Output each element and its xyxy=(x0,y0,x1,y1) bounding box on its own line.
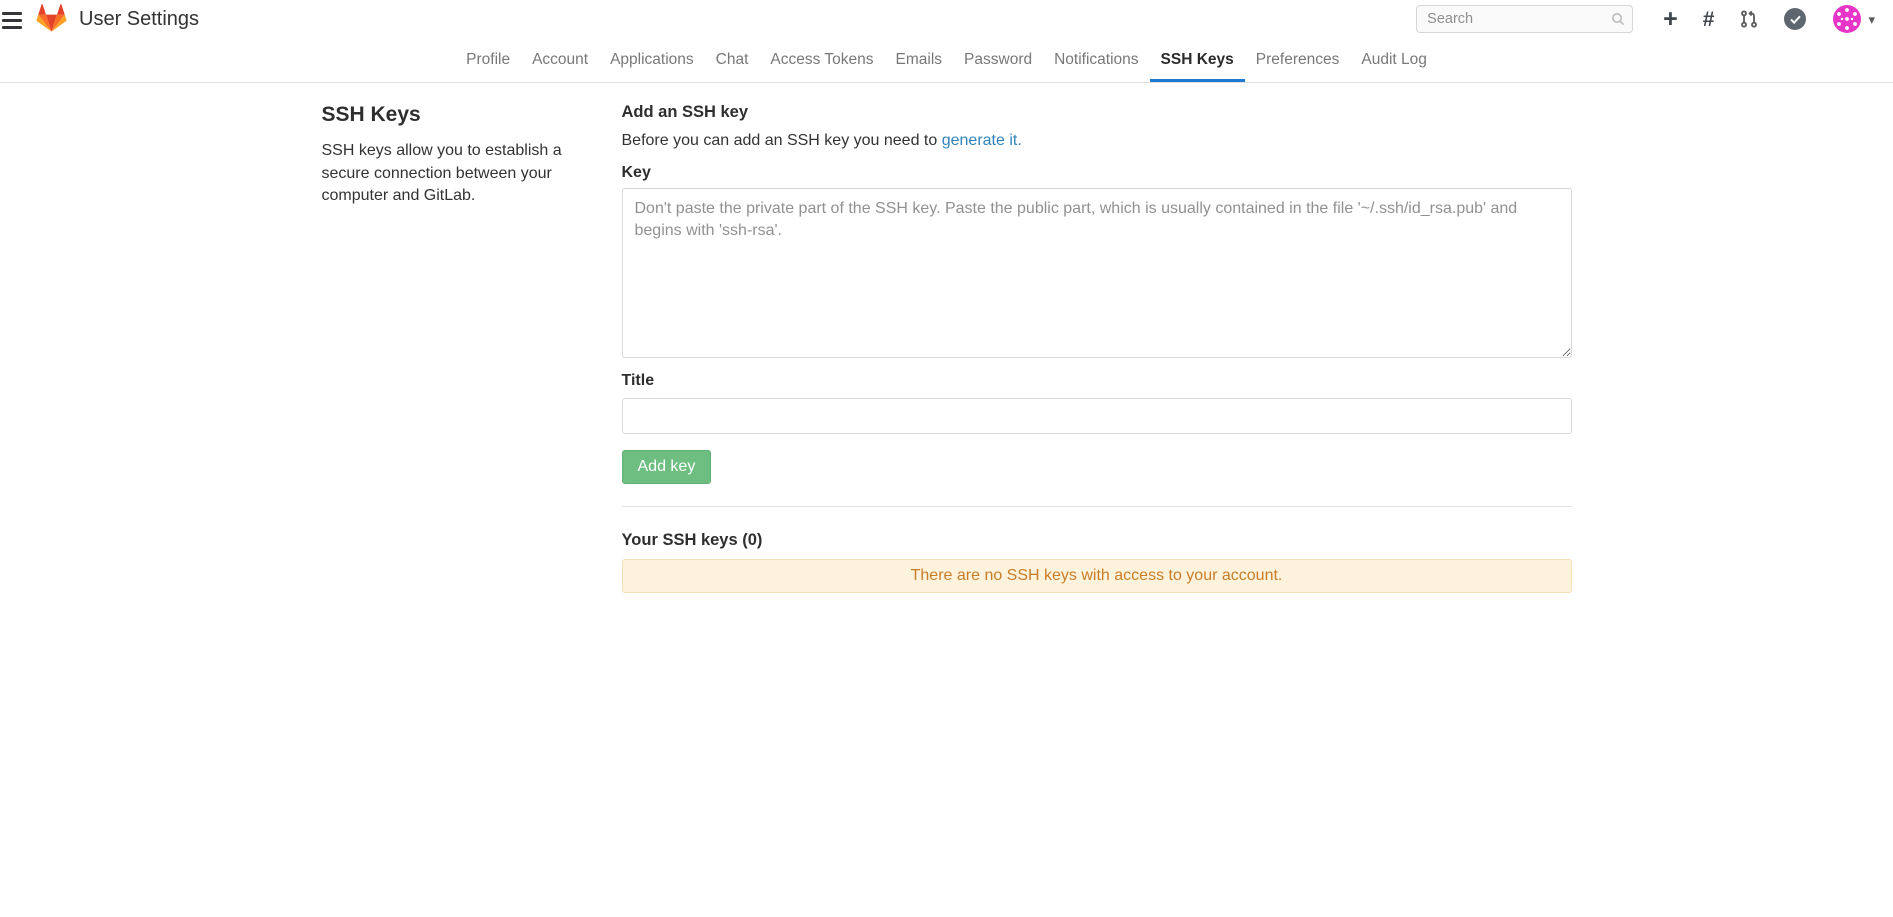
sidebar-toggle-icon[interactable] xyxy=(2,12,22,29)
tab-preferences[interactable]: Preferences xyxy=(1245,38,1351,82)
search-input[interactable] xyxy=(1416,5,1633,33)
ssh-keys-page: SSH Keys SSH keys allow you to establish… xyxy=(322,83,1572,653)
user-avatar[interactable] xyxy=(1833,5,1861,33)
gitlab-logo-icon[interactable] xyxy=(36,4,67,34)
user-menu[interactable]: ▾ xyxy=(1833,5,1875,33)
add-ssh-key-heading: Add an SSH key xyxy=(622,103,1572,122)
top-navbar: User Settings + # ▾ xyxy=(0,0,1893,38)
new-item-plus-icon[interactable]: + xyxy=(1663,7,1678,32)
navbar-icon-group: + # ▾ xyxy=(1663,5,1875,33)
tab-chat[interactable]: Chat xyxy=(705,38,760,82)
tab-access-tokens[interactable]: Access Tokens xyxy=(759,38,884,82)
section-description-panel: SSH Keys SSH keys allow you to establish… xyxy=(322,103,622,653)
chevron-down-icon: ▾ xyxy=(1868,13,1875,26)
title-field-label: Title xyxy=(622,372,1572,390)
section-divider xyxy=(622,506,1572,507)
tab-audit-log[interactable]: Audit Log xyxy=(1350,38,1438,82)
tab-ssh-keys[interactable]: SSH Keys xyxy=(1150,38,1245,82)
tab-applications[interactable]: Applications xyxy=(599,38,705,82)
ssh-key-form-panel: Add an SSH key Before you can add an SSH… xyxy=(622,103,1572,653)
generate-it-link[interactable]: generate it. xyxy=(942,132,1022,149)
tab-emails[interactable]: Emails xyxy=(885,38,954,82)
section-heading: SSH Keys xyxy=(322,103,580,127)
no-keys-alert: There are no SSH keys with access to you… xyxy=(622,559,1572,593)
merge-requests-icon[interactable] xyxy=(1739,9,1759,29)
section-description: SSH keys allow you to establish a secure… xyxy=(322,140,580,208)
issues-hash-icon[interactable]: # xyxy=(1703,9,1715,30)
tab-notifications[interactable]: Notifications xyxy=(1043,38,1149,82)
tab-profile[interactable]: Profile xyxy=(455,38,521,82)
ssh-key-input[interactable] xyxy=(622,188,1572,358)
generate-key-hint: Before you can add an SSH key you need t… xyxy=(622,132,1572,150)
settings-tabs: Profile Account Applications Chat Access… xyxy=(0,38,1893,82)
generate-key-hint-text: Before you can add an SSH key you need t… xyxy=(622,132,942,149)
settings-tabs-bar: Profile Account Applications Chat Access… xyxy=(0,38,1893,83)
key-title-input[interactable] xyxy=(622,398,1572,434)
your-ssh-keys-heading: Your SSH keys (0) xyxy=(622,531,1572,550)
page-title: User Settings xyxy=(79,8,199,31)
tab-password[interactable]: Password xyxy=(953,38,1043,82)
search-box xyxy=(1416,5,1633,33)
todos-check-icon[interactable] xyxy=(1784,8,1806,30)
key-field-label: Key xyxy=(622,164,1572,182)
tab-account[interactable]: Account xyxy=(521,38,599,82)
add-key-button[interactable]: Add key xyxy=(622,450,712,484)
